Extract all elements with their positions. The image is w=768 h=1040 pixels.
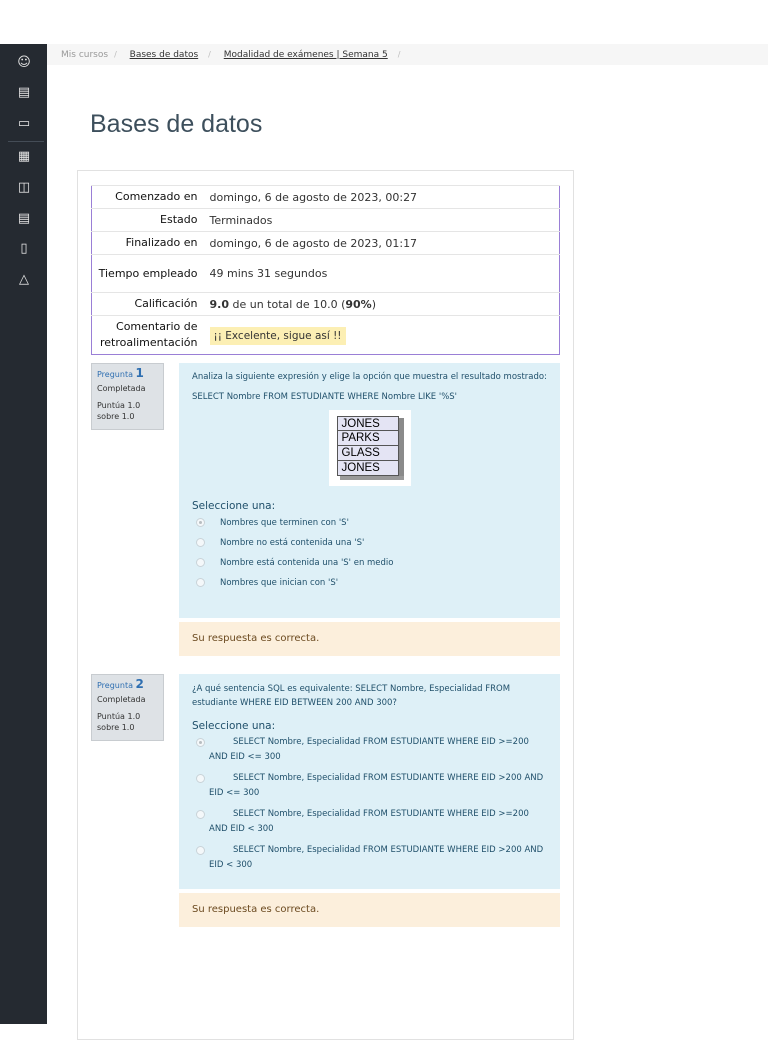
image-row: JONES xyxy=(336,416,399,431)
sidebar: ☺ ▤ ▭ ▦ ◫ ▤ ▯ △ xyxy=(0,44,47,1024)
grade-total: de un total de 10.0 ( xyxy=(232,297,346,311)
question-1-info: Pregunta 1 Completada Puntúa 1.0 sobre 1… xyxy=(91,363,164,430)
started-label: Comenzado en xyxy=(91,185,204,209)
documents-icon[interactable]: ◫ xyxy=(14,180,34,196)
answer-option[interactable]: SELECT Nombre, Especialidad FROM ESTUDIA… xyxy=(192,843,547,873)
option-label: SELECT Nombre, Especialidad FROM ESTUDIA… xyxy=(209,737,529,762)
question-text: ¿A qué sentencia SQL es equivalente: SEL… xyxy=(192,684,511,708)
graduation-cap-icon[interactable]: △ xyxy=(14,272,34,288)
answer-option[interactable]: Nombres que terminen con 'S' xyxy=(192,517,547,530)
question-num: 2 xyxy=(135,677,144,691)
grade-close: ) xyxy=(371,297,377,311)
book-icon[interactable]: ▤ xyxy=(14,85,34,101)
option-label: Nombre no está contenida una 'S' xyxy=(220,538,365,548)
question-code: SELECT Nombre FROM ESTUDIANTE WHERE Nomb… xyxy=(192,392,458,402)
time-taken-label: Tiempo empleado xyxy=(91,254,204,293)
answer-option[interactable]: SELECT Nombre, Especialidad FROM ESTUDIA… xyxy=(192,735,547,765)
option-label: SELECT Nombre, Especialidad FROM ESTUDIA… xyxy=(209,773,544,798)
question-prefix: Pregunta xyxy=(97,681,133,690)
select-one-label: Seleccione una: xyxy=(192,720,276,732)
result-table-image: JONES PARKS GLASS JONES xyxy=(328,410,411,486)
radio[interactable] xyxy=(196,846,205,855)
radio[interactable] xyxy=(196,558,205,567)
image-row: GLASS xyxy=(336,446,399,461)
attempt-summary-table: Comenzado en domingo, 6 de agosto de 2023… xyxy=(91,185,560,355)
question-text: Analiza la siguiente expresión y elige l… xyxy=(192,372,547,382)
option-label: SELECT Nombre, Especialidad FROM ESTUDIA… xyxy=(209,845,544,870)
user-icon[interactable]: ☺ xyxy=(14,55,34,71)
radio-selected[interactable] xyxy=(196,738,205,747)
radio[interactable] xyxy=(196,578,205,587)
select-one-label: Seleccione una: xyxy=(192,500,276,512)
time-taken-value: 49 mins 31 segundos xyxy=(203,254,560,293)
page-title: Bases de datos xyxy=(90,110,263,138)
breadcrumb-course[interactable]: Bases de datos xyxy=(130,50,199,60)
question-number: Pregunta 2 xyxy=(97,677,158,691)
question-2-info: Pregunta 2 Completada Puntúa 1.0 sobre 1… xyxy=(91,674,164,741)
answer-option[interactable]: Nombre está contenida una 'S' en medio xyxy=(192,557,547,570)
feedback-highlight: ¡¡ Excelente, sigue así !! xyxy=(209,326,346,345)
sidebar-divider xyxy=(8,141,44,142)
state-value: Terminados xyxy=(203,208,560,232)
option-label: SELECT Nombre, Especialidad FROM ESTUDIA… xyxy=(209,809,529,834)
book-icon[interactable]: ▤ xyxy=(14,211,34,227)
option-label: Nombres que inician con 'S' xyxy=(220,578,339,588)
question-1-content: Analiza la siguiente expresión y elige l… xyxy=(179,363,560,618)
state-label: Estado xyxy=(91,208,204,232)
grade-score: 9.0 xyxy=(209,297,230,311)
radio[interactable] xyxy=(196,810,205,819)
question-score: Puntúa 1.0 sobre 1.0 xyxy=(97,401,141,421)
option-label: Nombre está contenida una 'S' en medio xyxy=(220,558,394,568)
image-row: PARKS xyxy=(336,431,399,446)
question-num: 1 xyxy=(135,366,144,380)
radio-selected[interactable] xyxy=(196,518,205,527)
question-1-feedback: Su respuesta es correcta. xyxy=(179,622,560,656)
answer-option[interactable]: SELECT Nombre, Especialidad FROM ESTUDIA… xyxy=(192,771,547,801)
question-2-content: ¿A qué sentencia SQL es equivalente: SEL… xyxy=(179,674,560,889)
answer-option[interactable]: Nombre no está contenida una 'S' xyxy=(192,537,547,550)
question-prefix: Pregunta xyxy=(97,370,133,379)
finished-label: Finalizado en xyxy=(91,231,204,255)
answer-option[interactable]: Nombres que inician con 'S' xyxy=(192,577,547,590)
option-label: Nombres que terminen con 'S' xyxy=(220,518,349,528)
question-number: Pregunta 1 xyxy=(97,366,158,380)
question-score: Puntúa 1.0 sobre 1.0 xyxy=(97,712,141,732)
answer-option[interactable]: SELECT Nombre, Especialidad FROM ESTUDIA… xyxy=(192,807,547,837)
finished-value: domingo, 6 de agosto de 2023, 01:17 xyxy=(203,231,560,255)
grade-label: Calificación xyxy=(91,292,204,316)
breadcrumb-section[interactable]: Modalidad de exámenes | Semana 5 xyxy=(224,50,388,60)
question-2-feedback: Su respuesta es correcta. xyxy=(179,893,560,927)
grade-percent: 90% xyxy=(345,297,372,311)
image-row: JONES xyxy=(336,461,399,476)
question-state: Completada xyxy=(97,384,146,393)
feedback-value: ¡¡ Excelente, sigue así !! xyxy=(203,315,560,355)
mobile-icon[interactable]: ▯ xyxy=(14,241,34,257)
calendar-icon[interactable]: ▦ xyxy=(14,149,34,165)
radio[interactable] xyxy=(196,774,205,783)
breadcrumb-my-courses[interactable]: Mis cursos xyxy=(61,50,108,60)
radio[interactable] xyxy=(196,538,205,547)
breadcrumb: Mis cursos / Bases de datos / Modalidad de… xyxy=(47,44,768,65)
started-value: domingo, 6 de agosto de 2023, 00:27 xyxy=(203,185,560,209)
question-state: Completada xyxy=(97,695,146,704)
grade-value: 9.0 de un total de 10.0 (90%) xyxy=(203,292,560,316)
feedback-label: Comentario de retroalimentación xyxy=(91,315,204,355)
folder-icon[interactable]: ▭ xyxy=(14,116,34,132)
